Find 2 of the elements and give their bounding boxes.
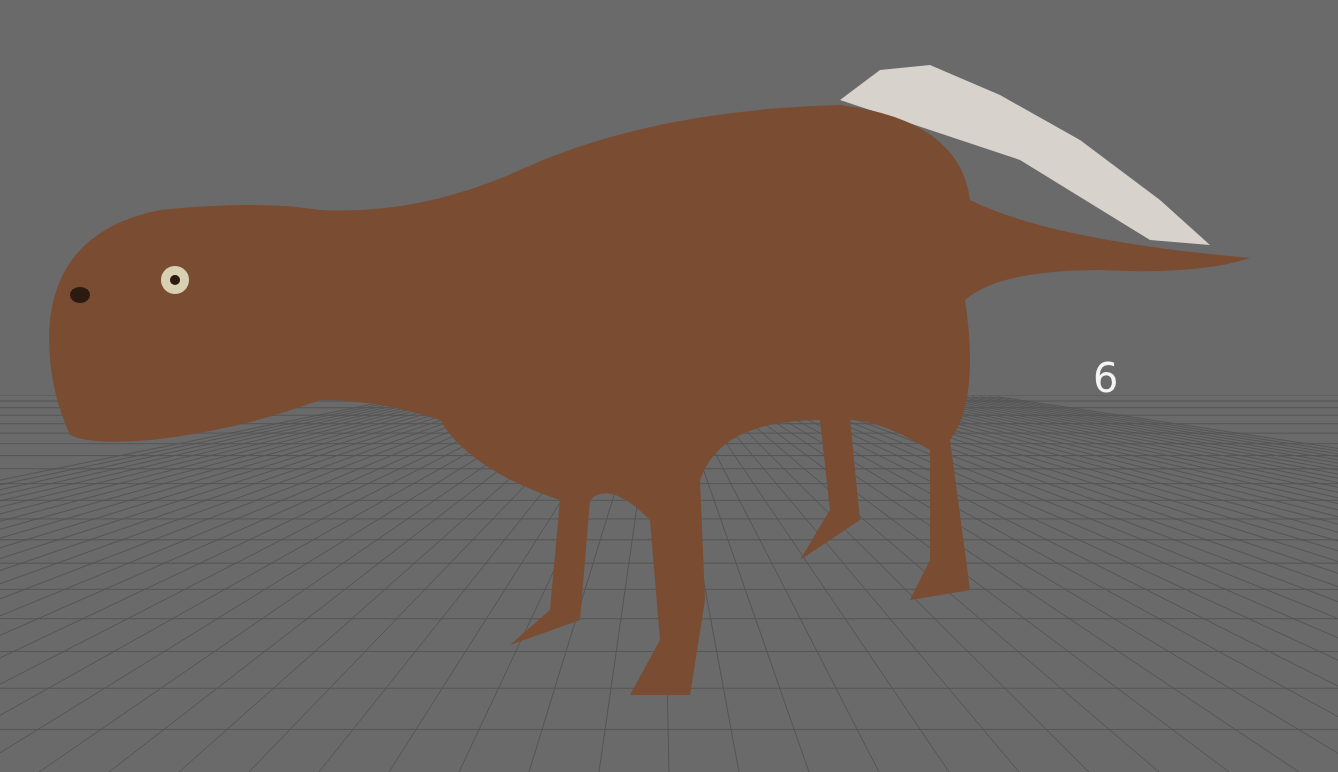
- viewport-label: 6: [1093, 356, 1119, 400]
- 3d-viewport[interactable]: 6: [0, 0, 1338, 772]
